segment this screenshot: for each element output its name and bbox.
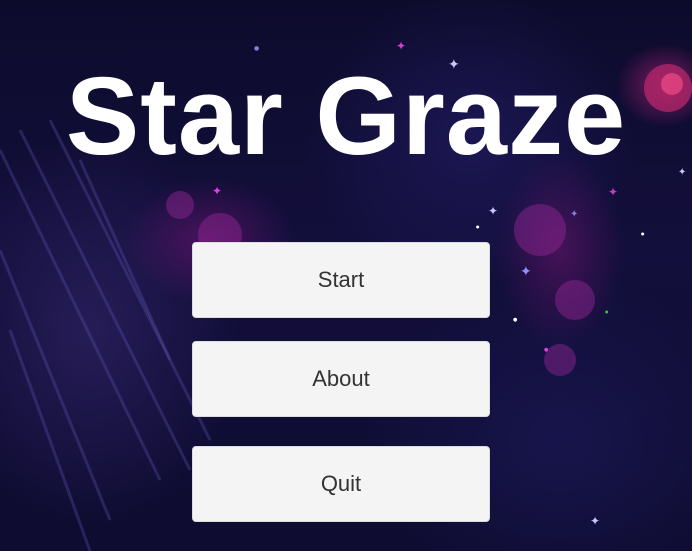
star-icon: ✦ (608, 185, 619, 199)
star-icon: ● (254, 45, 260, 52)
star-icon: ● (513, 317, 518, 323)
star-icon: ● (641, 231, 645, 236)
star-icon: ✦ (590, 514, 601, 528)
star-icon: ● (605, 309, 609, 314)
game-title: Star Graze (65, 55, 627, 178)
star-icon: ✦ (396, 39, 407, 53)
start-button[interactable]: Start (192, 242, 490, 318)
quit-button[interactable]: Quit (192, 446, 490, 522)
star-icon: ✦ (488, 204, 499, 218)
star-icon: ● (544, 347, 549, 353)
star-icon: ✦ (520, 264, 532, 280)
star-icon: ✦ (570, 209, 579, 220)
about-button[interactable]: About (192, 341, 490, 417)
star-icon: ● (476, 224, 480, 229)
star-icon: ✦ (212, 184, 223, 198)
main-menu-screen: ✦ ✦ ✦ ✦ ✦ ✦ ✦ ✦ ✦ ● ● ● ● ● ● Star Graze… (0, 0, 692, 551)
